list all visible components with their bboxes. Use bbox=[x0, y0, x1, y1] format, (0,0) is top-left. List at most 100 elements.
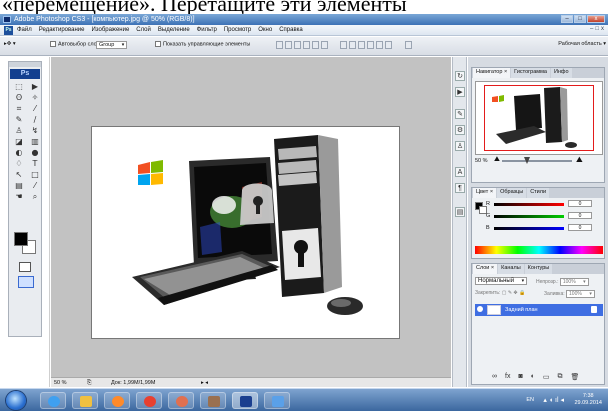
menu-edit[interactable]: Редактирование bbox=[39, 27, 85, 33]
pen-tool-icon[interactable]: ♢ bbox=[13, 159, 25, 168]
align-hcenter-icon[interactable] bbox=[312, 41, 319, 49]
b-slider[interactable] bbox=[494, 227, 564, 230]
new-layer-icon[interactable]: ⧉ bbox=[558, 373, 563, 381]
menu-help[interactable]: Справка bbox=[279, 27, 303, 33]
zoom-tool-icon[interactable]: ⌕ bbox=[29, 192, 41, 201]
brushes-panel-icon[interactable]: ✎ bbox=[455, 109, 465, 119]
tab-paths[interactable]: Контуры bbox=[524, 264, 553, 274]
status-menu-arrow-icon[interactable]: ▸ ◂ bbox=[201, 380, 208, 386]
zoom-in-icon[interactable]: ⛰ bbox=[576, 155, 583, 165]
color-spectrum[interactable] bbox=[475, 246, 603, 254]
doc-minimize-button[interactable]: – bbox=[590, 26, 593, 32]
distribute-hcenter-icon[interactable] bbox=[376, 41, 383, 49]
foreground-color-swatch[interactable] bbox=[14, 232, 28, 246]
lock-icons[interactable]: ▢ ✎ ✥ 🔒 bbox=[502, 290, 526, 296]
slice-tool-icon[interactable]: ⁄ bbox=[29, 104, 41, 113]
align-top-icon[interactable] bbox=[276, 41, 283, 49]
tab-layers[interactable]: Слои × bbox=[473, 264, 498, 274]
zoom-slider-handle[interactable] bbox=[524, 157, 530, 164]
taskbar-game-button[interactable] bbox=[200, 392, 226, 409]
show-controls-option[interactable]: Показать управляющие элементы bbox=[155, 41, 250, 47]
autoselect-checkbox[interactable] bbox=[50, 41, 56, 47]
tab-channels[interactable]: Каналы bbox=[498, 264, 524, 274]
layer-row-background[interactable]: Задний план bbox=[475, 304, 603, 316]
status-preview-icon[interactable]: ⎘ bbox=[87, 380, 91, 387]
menu-file[interactable]: Файл bbox=[17, 27, 32, 33]
doc-close-button[interactable]: x bbox=[601, 26, 604, 32]
eyedropper-tool-icon[interactable]: ⁄ bbox=[29, 181, 41, 190]
tab-navigator[interactable]: Навигатор × bbox=[473, 68, 511, 78]
distribute-left-icon[interactable] bbox=[367, 41, 374, 49]
history-brush-tool-icon[interactable]: ↯ bbox=[29, 126, 41, 135]
lasso-tool-icon[interactable]: ʘ bbox=[13, 93, 25, 102]
hand-tool-icon[interactable]: ☚ bbox=[13, 192, 25, 201]
adjustment-layer-icon[interactable]: ◐ bbox=[531, 373, 535, 381]
opacity-input[interactable]: 100% bbox=[559, 278, 589, 286]
auto-align-icon[interactable] bbox=[405, 41, 412, 49]
history-panel-icon[interactable]: ↻ bbox=[455, 71, 465, 81]
tray-icons[interactable]: ▴ ◖ ıl ◂ bbox=[543, 396, 564, 404]
menu-view[interactable]: Просмотр bbox=[224, 27, 251, 33]
blend-mode-select[interactable]: Нормальный bbox=[475, 277, 528, 285]
menu-filter[interactable]: Фильтр bbox=[197, 27, 217, 33]
align-right-icon[interactable] bbox=[321, 41, 328, 49]
layer-style-icon[interactable]: fx bbox=[505, 373, 510, 381]
tab-styles[interactable]: Стили bbox=[527, 188, 550, 198]
shape-tool-icon[interactable]: □ bbox=[29, 170, 41, 179]
crop-tool-icon[interactable]: ⌗ bbox=[13, 104, 25, 113]
start-button[interactable] bbox=[6, 391, 26, 410]
dodge-tool-icon[interactable]: ● bbox=[29, 148, 41, 157]
notes-tool-icon[interactable]: ▤ bbox=[13, 181, 25, 190]
taskbar-media-button[interactable] bbox=[104, 392, 130, 409]
navigator-zoom-slider[interactable] bbox=[502, 157, 572, 164]
blend-mode-value[interactable]: Нормальный bbox=[475, 277, 528, 285]
autoselect-dropdown[interactable]: Group bbox=[96, 41, 128, 49]
tab-histogram[interactable]: Гистограмма bbox=[511, 68, 550, 78]
menu-layer[interactable]: Слой bbox=[136, 27, 151, 33]
align-vcenter-icon[interactable] bbox=[285, 41, 292, 49]
tab-swatches[interactable]: Образцы bbox=[497, 188, 527, 198]
brush-tool-icon[interactable]: ∕ bbox=[29, 115, 41, 124]
layer-comps-panel-icon[interactable]: ▤ bbox=[455, 207, 465, 217]
ps-menu-icon[interactable]: Ps bbox=[4, 26, 13, 35]
tool-presets-panel-icon[interactable]: ⚙ bbox=[455, 125, 465, 135]
taskbar-chrome-button[interactable] bbox=[136, 392, 162, 409]
language-indicator[interactable]: EN bbox=[526, 397, 534, 403]
align-bottom-icon[interactable] bbox=[294, 41, 301, 49]
layer-mask-icon[interactable]: ◙ bbox=[518, 373, 522, 381]
close-button[interactable]: x bbox=[587, 15, 605, 23]
navigator-zoom-field[interactable]: 50 % bbox=[475, 158, 488, 164]
menu-window[interactable]: Окно bbox=[258, 27, 272, 33]
minimize-button[interactable]: – bbox=[561, 15, 573, 23]
taskbar-photoshop-button[interactable] bbox=[232, 392, 258, 409]
fill-input[interactable]: 100% bbox=[566, 290, 595, 298]
navigator-view-box[interactable] bbox=[484, 85, 594, 151]
clock[interactable]: 7:38 29.09.2014 bbox=[574, 393, 602, 407]
link-layers-icon[interactable]: ∞ bbox=[492, 373, 497, 381]
taskbar-editor-button[interactable] bbox=[264, 392, 290, 409]
distribute-vcenter-icon[interactable] bbox=[349, 41, 356, 49]
marquee-tool-icon[interactable]: ⬚ bbox=[13, 82, 25, 91]
taskbar-ie-button[interactable] bbox=[40, 392, 66, 409]
tab-info[interactable]: Инфо bbox=[550, 68, 572, 78]
path-select-tool-icon[interactable]: ↖ bbox=[13, 170, 25, 179]
g-slider[interactable] bbox=[494, 215, 564, 218]
b-value-input[interactable]: 0 bbox=[568, 224, 592, 231]
new-group-icon[interactable]: ▭ bbox=[543, 373, 550, 381]
show-controls-checkbox[interactable] bbox=[155, 41, 161, 47]
tab-color[interactable]: Цвет × bbox=[473, 188, 497, 198]
paragraph-panel-icon[interactable]: ¶ bbox=[455, 183, 465, 193]
image-canvas[interactable] bbox=[92, 127, 399, 338]
zoom-field[interactable]: 50 % bbox=[54, 380, 67, 386]
menu-select[interactable]: Выделение bbox=[158, 27, 190, 33]
align-left-icon[interactable] bbox=[303, 41, 310, 49]
tools-grip[interactable] bbox=[9, 62, 41, 67]
navigator-thumbnail[interactable] bbox=[475, 81, 603, 155]
zoom-out-icon[interactable]: ⛰ bbox=[494, 156, 500, 164]
menu-image[interactable]: Изображение bbox=[91, 27, 129, 33]
distribute-right-icon[interactable] bbox=[385, 41, 392, 49]
r-value-input[interactable]: 0 bbox=[568, 200, 592, 207]
magic-wand-tool-icon[interactable]: ✧ bbox=[29, 93, 41, 102]
move-tool-preset-icon[interactable]: ▸✥ ▾ bbox=[4, 41, 16, 47]
actions-panel-icon[interactable]: ▶ bbox=[455, 87, 465, 97]
